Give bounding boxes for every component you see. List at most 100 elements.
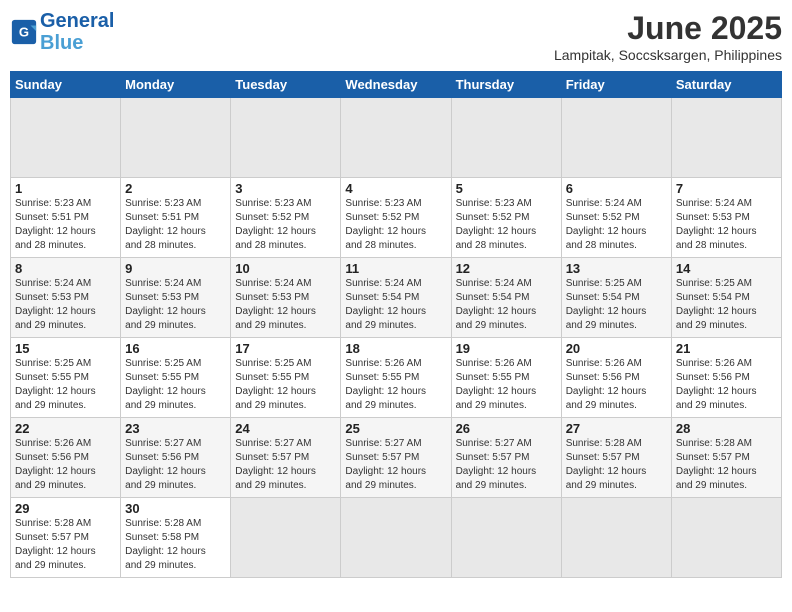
day-detail: Sunrise: 5:28 AMSunset: 5:57 PMDaylight:…	[566, 437, 667, 493]
table-row: 28Sunrise: 5:28 AMSunset: 5:57 PMDayligh…	[671, 418, 781, 498]
header-monday: Monday	[121, 72, 231, 98]
day-number: 10	[235, 261, 336, 276]
table-row: 19Sunrise: 5:26 AMSunset: 5:55 PMDayligh…	[451, 338, 561, 418]
days-header-row: Sunday Monday Tuesday Wednesday Thursday…	[11, 72, 782, 98]
calendar-week-row	[11, 98, 782, 178]
day-detail: Sunrise: 5:25 AMSunset: 5:54 PMDaylight:…	[566, 277, 667, 333]
table-row: 24Sunrise: 5:27 AMSunset: 5:57 PMDayligh…	[231, 418, 341, 498]
day-detail: Sunrise: 5:24 AMSunset: 5:53 PMDaylight:…	[676, 197, 777, 253]
day-number: 5	[456, 181, 557, 196]
table-row: 7Sunrise: 5:24 AMSunset: 5:53 PMDaylight…	[671, 178, 781, 258]
calendar-table: Sunday Monday Tuesday Wednesday Thursday…	[10, 71, 782, 578]
calendar-week-row: 8Sunrise: 5:24 AMSunset: 5:53 PMDaylight…	[11, 258, 782, 338]
day-detail: Sunrise: 5:28 AMSunset: 5:58 PMDaylight:…	[125, 517, 226, 573]
calendar-week-row: 22Sunrise: 5:26 AMSunset: 5:56 PMDayligh…	[11, 418, 782, 498]
day-number: 13	[566, 261, 667, 276]
day-detail: Sunrise: 5:24 AMSunset: 5:53 PMDaylight:…	[235, 277, 336, 333]
header: G GeneralBlue June 2025 Lampitak, Soccsk…	[10, 10, 782, 63]
table-row: 27Sunrise: 5:28 AMSunset: 5:57 PMDayligh…	[561, 418, 671, 498]
table-row	[671, 498, 781, 578]
day-detail: Sunrise: 5:23 AMSunset: 5:51 PMDaylight:…	[125, 197, 226, 253]
table-row: 6Sunrise: 5:24 AMSunset: 5:52 PMDaylight…	[561, 178, 671, 258]
day-number: 29	[15, 501, 116, 516]
day-detail: Sunrise: 5:24 AMSunset: 5:53 PMDaylight:…	[15, 277, 116, 333]
table-row: 3Sunrise: 5:23 AMSunset: 5:52 PMDaylight…	[231, 178, 341, 258]
table-row	[341, 498, 451, 578]
day-number: 1	[15, 181, 116, 196]
calendar-title: June 2025	[554, 10, 782, 47]
table-row: 22Sunrise: 5:26 AMSunset: 5:56 PMDayligh…	[11, 418, 121, 498]
table-row	[451, 98, 561, 178]
table-row: 30Sunrise: 5:28 AMSunset: 5:58 PMDayligh…	[121, 498, 231, 578]
day-number: 7	[676, 181, 777, 196]
table-row: 1Sunrise: 5:23 AMSunset: 5:51 PMDaylight…	[11, 178, 121, 258]
table-row	[561, 498, 671, 578]
day-number: 23	[125, 421, 226, 436]
table-row	[121, 98, 231, 178]
svg-text:G: G	[19, 25, 29, 40]
day-detail: Sunrise: 5:24 AMSunset: 5:54 PMDaylight:…	[456, 277, 557, 333]
day-detail: Sunrise: 5:26 AMSunset: 5:56 PMDaylight:…	[676, 357, 777, 413]
day-detail: Sunrise: 5:27 AMSunset: 5:57 PMDaylight:…	[456, 437, 557, 493]
day-number: 8	[15, 261, 116, 276]
day-number: 21	[676, 341, 777, 356]
day-number: 16	[125, 341, 226, 356]
table-row: 17Sunrise: 5:25 AMSunset: 5:55 PMDayligh…	[231, 338, 341, 418]
day-number: 9	[125, 261, 226, 276]
day-detail: Sunrise: 5:23 AMSunset: 5:52 PMDaylight:…	[345, 197, 446, 253]
day-detail: Sunrise: 5:28 AMSunset: 5:57 PMDaylight:…	[15, 517, 116, 573]
day-number: 15	[15, 341, 116, 356]
table-row: 26Sunrise: 5:27 AMSunset: 5:57 PMDayligh…	[451, 418, 561, 498]
header-thursday: Thursday	[451, 72, 561, 98]
table-row: 4Sunrise: 5:23 AMSunset: 5:52 PMDaylight…	[341, 178, 451, 258]
table-row: 2Sunrise: 5:23 AMSunset: 5:51 PMDaylight…	[121, 178, 231, 258]
header-tuesday: Tuesday	[231, 72, 341, 98]
table-row: 15Sunrise: 5:25 AMSunset: 5:55 PMDayligh…	[11, 338, 121, 418]
table-row	[671, 98, 781, 178]
day-detail: Sunrise: 5:27 AMSunset: 5:56 PMDaylight:…	[125, 437, 226, 493]
day-number: 22	[15, 421, 116, 436]
table-row	[11, 98, 121, 178]
day-detail: Sunrise: 5:23 AMSunset: 5:52 PMDaylight:…	[235, 197, 336, 253]
table-row: 23Sunrise: 5:27 AMSunset: 5:56 PMDayligh…	[121, 418, 231, 498]
day-detail: Sunrise: 5:24 AMSunset: 5:52 PMDaylight:…	[566, 197, 667, 253]
table-row	[341, 98, 451, 178]
table-row	[451, 498, 561, 578]
table-row: 21Sunrise: 5:26 AMSunset: 5:56 PMDayligh…	[671, 338, 781, 418]
day-detail: Sunrise: 5:25 AMSunset: 5:55 PMDaylight:…	[235, 357, 336, 413]
header-sunday: Sunday	[11, 72, 121, 98]
day-number: 20	[566, 341, 667, 356]
calendar-subtitle: Lampitak, Soccsksargen, Philippines	[554, 47, 782, 63]
day-detail: Sunrise: 5:26 AMSunset: 5:55 PMDaylight:…	[456, 357, 557, 413]
table-row: 12Sunrise: 5:24 AMSunset: 5:54 PMDayligh…	[451, 258, 561, 338]
day-detail: Sunrise: 5:27 AMSunset: 5:57 PMDaylight:…	[345, 437, 446, 493]
header-wednesday: Wednesday	[341, 72, 451, 98]
header-friday: Friday	[561, 72, 671, 98]
day-detail: Sunrise: 5:26 AMSunset: 5:55 PMDaylight:…	[345, 357, 446, 413]
title-block: June 2025 Lampitak, Soccsksargen, Philip…	[554, 10, 782, 63]
day-number: 18	[345, 341, 446, 356]
day-detail: Sunrise: 5:27 AMSunset: 5:57 PMDaylight:…	[235, 437, 336, 493]
day-number: 19	[456, 341, 557, 356]
table-row	[561, 98, 671, 178]
day-number: 17	[235, 341, 336, 356]
day-detail: Sunrise: 5:24 AMSunset: 5:54 PMDaylight:…	[345, 277, 446, 333]
logo-icon: G	[10, 18, 38, 46]
table-row: 11Sunrise: 5:24 AMSunset: 5:54 PMDayligh…	[341, 258, 451, 338]
logo-text: GeneralBlue	[40, 10, 114, 54]
table-row: 14Sunrise: 5:25 AMSunset: 5:54 PMDayligh…	[671, 258, 781, 338]
header-saturday: Saturday	[671, 72, 781, 98]
day-detail: Sunrise: 5:28 AMSunset: 5:57 PMDaylight:…	[676, 437, 777, 493]
day-number: 2	[125, 181, 226, 196]
table-row: 8Sunrise: 5:24 AMSunset: 5:53 PMDaylight…	[11, 258, 121, 338]
day-number: 25	[345, 421, 446, 436]
table-row: 20Sunrise: 5:26 AMSunset: 5:56 PMDayligh…	[561, 338, 671, 418]
day-number: 6	[566, 181, 667, 196]
day-detail: Sunrise: 5:23 AMSunset: 5:51 PMDaylight:…	[15, 197, 116, 253]
table-row: 5Sunrise: 5:23 AMSunset: 5:52 PMDaylight…	[451, 178, 561, 258]
day-detail: Sunrise: 5:23 AMSunset: 5:52 PMDaylight:…	[456, 197, 557, 253]
table-row	[231, 498, 341, 578]
day-number: 26	[456, 421, 557, 436]
table-row: 25Sunrise: 5:27 AMSunset: 5:57 PMDayligh…	[341, 418, 451, 498]
day-number: 24	[235, 421, 336, 436]
